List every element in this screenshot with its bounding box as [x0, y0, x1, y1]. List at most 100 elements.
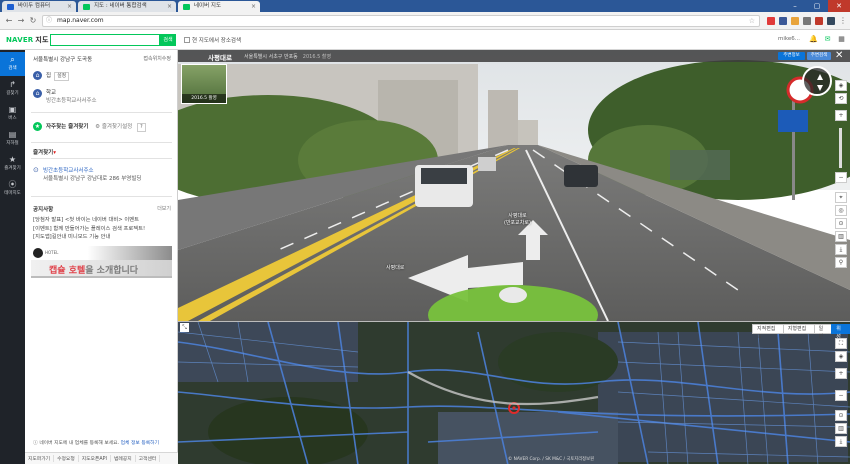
- nearby-info-button[interactable]: 주변정보: [778, 52, 805, 60]
- browser-tab-3[interactable]: 네이버 지도 ×: [178, 1, 260, 12]
- nav-directions[interactable]: ↱ 길찾기: [0, 77, 25, 101]
- favorite-item-address: 서울특별시 강남구 강남대로 286 부영빌딩: [43, 176, 142, 182]
- compass-icon[interactable]: [802, 66, 832, 96]
- map-type-terrain[interactable]: 지형편집도: [782, 324, 815, 340]
- notice-item[interactable]: [지도앱]길안내 미니모드 기능 안내: [33, 233, 145, 242]
- star-icon: ★: [33, 122, 42, 131]
- save-icon[interactable]: ⤓: [835, 436, 847, 447]
- browser-tab-1[interactable]: 바이두 컴퓨터 ×: [2, 1, 76, 12]
- nav-label: 길찾기: [6, 91, 19, 96]
- home-set-button[interactable]: 설정: [54, 72, 70, 81]
- user-name[interactable]: mike6...: [778, 36, 800, 42]
- location-icon[interactable]: ⊙: [835, 218, 847, 229]
- maximize-icon[interactable]: ▢: [806, 0, 828, 12]
- mail-icon[interactable]: ✉: [823, 35, 832, 44]
- favorites-setting-link[interactable]: ⚙ 즐겨찾기설정: [95, 124, 132, 130]
- zoom-out-icon[interactable]: −: [835, 172, 847, 183]
- street-view-toggle-icon[interactable]: ⛶: [835, 338, 847, 349]
- print-icon[interactable]: ▥: [835, 423, 847, 434]
- satellite-map-canvas[interactable]: [178, 322, 850, 464]
- location-icon[interactable]: ⊙: [835, 410, 847, 421]
- ad-banner[interactable]: HOTEL 캡슐 호텔을 소개합니다: [31, 246, 172, 280]
- map-type-cadastral[interactable]: 지적편집도: [752, 324, 784, 340]
- street-view-past-thumbnail[interactable]: 2016.5 촬영: [181, 64, 227, 104]
- extension-icon[interactable]: [767, 17, 775, 25]
- extension-icon[interactable]: [791, 17, 799, 25]
- back-icon[interactable]: ←: [4, 16, 14, 26]
- map-search-input[interactable]: [50, 34, 160, 46]
- close-tab-icon[interactable]: ×: [67, 1, 72, 12]
- nav-subway[interactable]: ▤ 지하철: [0, 127, 25, 151]
- close-street-view-icon[interactable]: ✕: [835, 50, 843, 62]
- page-info-icon[interactable]: ⓘ: [46, 16, 52, 26]
- share-icon[interactable]: ⚲: [835, 257, 847, 268]
- divider: [31, 158, 172, 159]
- street-view-scene[interactable]: [178, 50, 850, 321]
- expand-map-icon[interactable]: ⤡: [180, 323, 189, 332]
- nav-bus[interactable]: ▣ 버스: [0, 102, 25, 126]
- notice-more-link[interactable]: 더보기: [157, 205, 171, 212]
- zoom-out-icon[interactable]: −: [835, 390, 847, 401]
- measure-icon[interactable]: ◎: [835, 205, 847, 216]
- info-icon: ⓘ: [33, 441, 38, 446]
- footer-link[interactable]: 수정요청: [54, 455, 79, 462]
- divider: [31, 196, 172, 197]
- close-tab-icon[interactable]: ×: [251, 1, 256, 12]
- zoom-in-icon[interactable]: +: [835, 368, 847, 379]
- extension-icon[interactable]: [827, 17, 835, 25]
- favorite-item[interactable]: ⊙ 빙간초등학교사서주소 서울특별시 강남구 강남대로 286 부영빌딩: [33, 166, 141, 182]
- edit-location-link[interactable]: 접속위치수정: [143, 55, 171, 62]
- compass-north-arrow: [817, 74, 823, 80]
- nav-theme-map[interactable]: ⦿ 테마지도: [0, 177, 25, 201]
- bookmark-star-icon[interactable]: ☆: [749, 16, 755, 26]
- map-type-satellite[interactable]: 위성: [831, 324, 850, 340]
- register-business-link[interactable]: 업체 정보 등록하기: [121, 441, 159, 446]
- close-window-icon[interactable]: ✕: [828, 0, 850, 12]
- favorites-cta-row: ★ 자주찾는 즐겨찾기 ⚙ 즐겨찾기설정 ?: [33, 122, 146, 132]
- footer-link[interactable]: 지도퍼가기: [25, 455, 55, 462]
- extension-icon[interactable]: [803, 17, 811, 25]
- satellite-map[interactable]: 지적편집도 지형편집도 일반 위성 ⛶ ◈ + − ⊙ ▥ ⤓ ⤡ © NAVE…: [178, 321, 850, 464]
- naver-logo[interactable]: NAVER 지도: [6, 35, 49, 45]
- reload-icon[interactable]: ↻: [28, 16, 38, 26]
- forward-icon[interactable]: →: [16, 16, 26, 26]
- layer-icon[interactable]: ◈: [835, 80, 847, 91]
- school-row[interactable]: ⌂ 학교 빙간초등학교사서주소: [33, 88, 97, 104]
- apps-grid-icon[interactable]: ▦: [837, 35, 846, 44]
- url-field[interactable]: ⓘ map.naver.com ☆: [42, 15, 760, 27]
- favorites-header[interactable]: 즐겨찾기▾: [33, 148, 56, 156]
- browser-tab-2[interactable]: 지도 : 네이버 통합검색 ×: [78, 1, 176, 12]
- nav-favorites[interactable]: ★ 즐겨찾기: [0, 152, 25, 176]
- help-icon[interactable]: ?: [136, 123, 146, 132]
- print-icon[interactable]: ▥: [835, 231, 847, 242]
- notice-item[interactable]: [당첨자 발표] <첫 바이는 네이버 대비> 이벤트: [33, 216, 145, 225]
- zoom-in-icon[interactable]: +: [835, 110, 847, 121]
- extension-icon[interactable]: [815, 17, 823, 25]
- browser-menu-icon[interactable]: ⋮: [838, 16, 848, 26]
- map-type-normal[interactable]: 일반: [813, 324, 833, 340]
- extension-icon[interactable]: [779, 17, 787, 25]
- search-button[interactable]: 검색: [160, 34, 176, 46]
- favorites-cta[interactable]: 자주찾는 즐겨찾기: [46, 124, 88, 130]
- minimize-icon[interactable]: –: [784, 0, 806, 12]
- footer-link[interactable]: 범례공지: [111, 455, 136, 462]
- nearby-search-button[interactable]: 주변검색: [807, 52, 831, 60]
- notice-item[interactable]: [이벤트] 함께 만들어가는 플레이스 검색 프로젝트!: [33, 225, 145, 234]
- save-icon[interactable]: ⤓: [835, 244, 847, 255]
- street-view[interactable]: 사평대로 서울특별시 서초구 반포동 2016.5 촬영 주변정보 주변검색 ✕ …: [178, 50, 850, 321]
- layer-icon[interactable]: ◈: [835, 351, 847, 362]
- search-in-map-checkbox[interactable]: 현 지도에서 장소검색: [184, 36, 241, 44]
- rotate-icon[interactable]: ⟲: [835, 93, 847, 104]
- zoom-slider[interactable]: [839, 128, 842, 168]
- checkbox-icon[interactable]: [184, 37, 190, 43]
- footer-link[interactable]: 고객센터: [136, 455, 161, 462]
- notification-bell-icon[interactable]: 🔔: [809, 35, 818, 44]
- footer-link[interactable]: 지도오픈API: [79, 455, 111, 462]
- close-tab-icon[interactable]: ×: [167, 1, 172, 12]
- map-pin-icon[interactable]: ⌖: [835, 192, 847, 203]
- home-row[interactable]: ⌂ 집 설정: [33, 71, 70, 81]
- favorite-item-title[interactable]: 빙간초등학교사서주소: [43, 166, 141, 174]
- nav-search[interactable]: ⌕ 검색: [0, 52, 25, 76]
- home-label: 집: [46, 73, 52, 79]
- map-type-switcher: 지적편집도 지형편집도 일반 위성: [752, 324, 850, 340]
